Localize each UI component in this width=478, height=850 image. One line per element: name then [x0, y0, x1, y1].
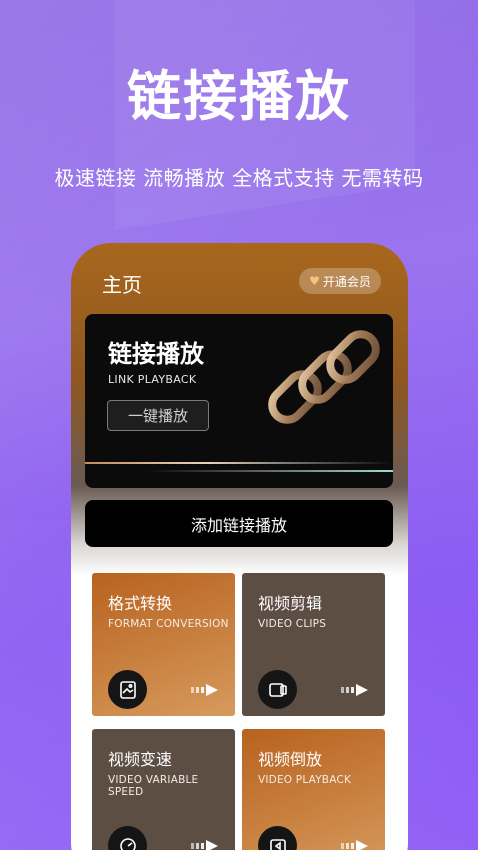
- video-reverse-card[interactable]: 视频倒放 VIDEO PLAYBACK: [242, 729, 385, 850]
- page-title: 主页: [102, 273, 142, 297]
- card-subtitle: VIDEO CLIPS: [258, 618, 327, 630]
- arrow-right-icon: [341, 684, 368, 696]
- card-subtitle: FORMAT CONVERSION: [108, 618, 229, 630]
- speed-icon: [108, 826, 147, 850]
- promo-subline: 极速链接 流畅播放 全格式支持 无需转码: [54, 166, 424, 190]
- banner-subtitle: LINK PLAYBACK: [108, 373, 197, 386]
- phone-screen: 主页 ♥ 开通会员 链接播放 LINK PLAYBACK 一键播放 添加链接播放…: [71, 243, 408, 850]
- banner-divider: [85, 462, 393, 464]
- vip-button[interactable]: ♥ 开通会员: [299, 268, 381, 294]
- promo-headline: 链接播放: [127, 65, 351, 128]
- arrow-right-icon: [341, 840, 368, 850]
- card-subtitle: VIDEO VARIABLE SPEED: [108, 774, 199, 798]
- video-clip-icon: [258, 670, 297, 709]
- arrow-right-icon: [191, 684, 218, 696]
- diamond-icon: ♥: [309, 274, 320, 288]
- link-playback-banner[interactable]: 链接播放 LINK PLAYBACK 一键播放: [85, 314, 393, 488]
- banner-divider-glow: [145, 470, 393, 472]
- image-file-icon: [108, 670, 147, 709]
- one-click-play-button[interactable]: 一键播放: [107, 400, 209, 431]
- video-clips-card[interactable]: 视频剪辑 VIDEO CLIPS: [242, 573, 385, 716]
- vip-label: 开通会员: [322, 274, 371, 289]
- arrow-right-icon: [191, 840, 218, 850]
- add-link-play-button[interactable]: 添加链接播放: [85, 500, 393, 547]
- banner-title: 链接播放: [108, 340, 204, 368]
- card-title: 视频倒放: [258, 750, 323, 769]
- format-conversion-card[interactable]: 格式转换 FORMAT CONVERSION: [92, 573, 235, 716]
- rewind-icon: [258, 826, 297, 850]
- video-speed-card[interactable]: 视频变速 VIDEO VARIABLE SPEED: [92, 729, 235, 850]
- chain-link-icon: [268, 330, 380, 424]
- card-title: 视频剪辑: [258, 594, 323, 613]
- card-title: 格式转换: [108, 594, 173, 613]
- card-subtitle: VIDEO PLAYBACK: [258, 774, 352, 786]
- card-title: 视频变速: [108, 750, 173, 769]
